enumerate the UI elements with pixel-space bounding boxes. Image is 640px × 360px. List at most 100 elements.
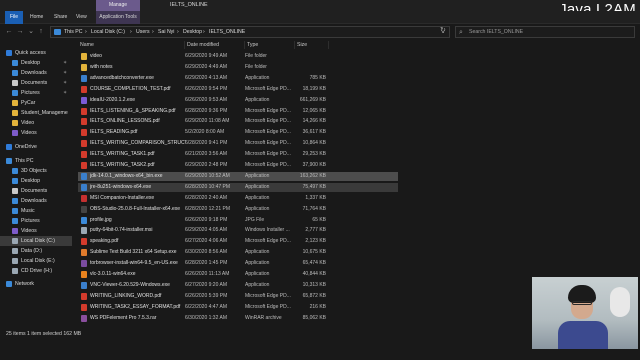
file-type: Microsoft Edge PD...	[245, 303, 291, 310]
file-name: torbrowser-install-win64-9.5_en-US.exe	[90, 260, 178, 267]
breadcrumb-ielts-online[interactable]: IELTS_ONLINE	[209, 27, 245, 38]
recent-locations-chevron-icon[interactable]: ⌄	[26, 27, 36, 37]
sidebar-item-quick-access[interactable]: Quick access	[0, 48, 72, 58]
column-header-size[interactable]: Size	[295, 41, 329, 49]
sidebar-item-this-pc[interactable]: This PC	[0, 156, 72, 166]
breadcrumb-separator[interactable]: ›	[130, 27, 132, 38]
sidebar-item-desktop[interactable]: Desktop	[0, 176, 72, 186]
file-row[interactable]: VNC-Viewer-6.20.529-Windows.exe 6/27/2020…	[78, 281, 398, 290]
file-row[interactable]: IELTS_WRITING_TASK1.pdf 6/21/2020 3:56 AM…	[78, 150, 398, 159]
sidebar-item-documents[interactable]: Documents ✶	[0, 78, 72, 88]
breadcrumb-separator[interactable]: ›	[85, 27, 87, 38]
sidebar-item-videos[interactable]: Videos	[0, 128, 72, 138]
file-row[interactable]: IELTS_WRITING_TASK2.pdf 6/29/2020 2:48 PM…	[78, 161, 398, 170]
breadcrumb-desktop[interactable]: Desktop	[183, 27, 202, 38]
file-row[interactable]: WS PDFelement Pro 7.5.3.rar 6/30/2020 1:3…	[78, 314, 398, 323]
file-row[interactable]: COURSE_COMPLETION_TEST.pdf 6/26/2020 9:54…	[78, 85, 398, 94]
tab-file[interactable]: File	[5, 11, 23, 24]
sidebar-item-pycar[interactable]: PyCar	[0, 98, 72, 108]
sidebar-item-videos[interactable]: Videos	[0, 226, 72, 236]
up-arrow-icon[interactable]: ↑	[36, 27, 46, 37]
back-arrow-icon[interactable]: ←	[4, 27, 14, 37]
sidebar-item-pictures[interactable]: Pictures ✶	[0, 88, 72, 98]
sidebar-item-documents[interactable]: Documents	[0, 186, 72, 196]
sidebar-item-3d-objects[interactable]: 3D Objects	[0, 166, 72, 176]
file-row[interactable]: with notes 6/29/2020 4:49 AM File folder	[78, 63, 398, 72]
file-row[interactable]: IELTS_ONLINE_LESSONS.pdf 6/29/2020 11:08 …	[78, 117, 398, 126]
sidebar-item-pictures[interactable]: Pictures	[0, 216, 72, 226]
column-header-name[interactable]: Name	[78, 41, 185, 49]
sidebar-item-network[interactable]: Network	[0, 279, 72, 289]
sidebar-item-data-d[interactable]: Data (D:)	[0, 246, 72, 256]
breadcrumb-local-disk[interactable]: Local Disk (C:)	[91, 27, 125, 38]
sidebar-item-video[interactable]: Video	[0, 118, 72, 128]
file-row[interactable]: vlc-3.0.11-win64.exe 6/26/2020 11:13 AM Ap…	[78, 270, 398, 279]
window-title: IELTS_ONLINE	[170, 2, 208, 8]
file-row[interactable]: jre-8u251-windows-x64.exe 6/28/2020 10:47…	[78, 182, 398, 192]
file-row[interactable]: video 6/29/2020 9:49 AM File folder	[78, 52, 398, 61]
file-date-modified: 6/29/2020 2:48 PM	[185, 162, 228, 168]
breadcrumb-separator[interactable]: ›	[177, 27, 179, 38]
sidebar-item-desktop[interactable]: Desktop ✶	[0, 58, 72, 68]
file-date-modified: 6/26/2020 9:54 PM	[185, 85, 228, 92]
tab-application-tools[interactable]: Application Tools	[96, 11, 140, 24]
file-row[interactable]: advancedbatchconverter.exe 6/29/2020 4:13…	[78, 74, 398, 83]
refresh-icon[interactable]: ↻	[440, 27, 446, 34]
sidebar-item-label: Documents	[21, 188, 48, 194]
sidebar-item-music[interactable]: Music	[0, 206, 72, 216]
sidebar-item-local-disk-c[interactable]: Local Disk (C:)	[0, 236, 72, 246]
breadcrumb-separator[interactable]: ›	[203, 27, 205, 38]
sidebar-item-label: Documents	[21, 80, 48, 86]
column-header-type[interactable]: Type	[245, 41, 295, 49]
file-row[interactable]: speaking.pdf 6/27/2020 4:06 AM Microsoft E…	[78, 237, 398, 246]
address-bar[interactable]: This PC › Local Disk (C:) › Users › Sai …	[50, 26, 450, 38]
folder-icon	[81, 63, 87, 71]
file-row[interactable]: WRITING_TASK2_ESSAY_FORMAT.pdf 6/22/2020 …	[78, 303, 398, 312]
tab-share[interactable]: Share	[54, 11, 67, 24]
file-name: jre-8u251-windows-x64.exe	[90, 183, 152, 190]
file-row[interactable]: IELTS_LISTENING_&_SPEAKING.pdf 6/28/2020 …	[78, 107, 398, 116]
pdf-icon	[81, 303, 87, 311]
breadcrumb-this-pc[interactable]: This PC	[64, 27, 82, 38]
sidebar-item-label: Pictures	[21, 218, 40, 224]
file-row[interactable]: profile.jpg 6/26/2020 9:18 PM JPG File 65 K…	[78, 216, 398, 225]
breadcrumb-users[interactable]: Users	[136, 27, 150, 38]
file-row[interactable]: torbrowser-install-win64-9.5_en-US.exe 6/…	[78, 259, 398, 268]
column-header-date-modified[interactable]: Date modified	[185, 41, 245, 49]
file-row[interactable]: MSI Companion-Installer.exe 6/28/2020 2:4…	[78, 194, 398, 203]
sidebar-item-downloads[interactable]: Downloads	[0, 196, 72, 206]
file-date-modified: 5/2/2020 8:00 AM	[185, 129, 225, 136]
sidebar-item-student-manageme[interactable]: Student_Manageme	[0, 108, 72, 118]
file-size: 216 KB	[309, 303, 326, 310]
forward-arrow-icon[interactable]: →	[15, 27, 25, 37]
file-row[interactable]: IELTS_READING.pdf 5/2/2020 8:00 AM Microso…	[78, 128, 398, 137]
app-icon	[81, 281, 87, 289]
file-date-modified: 6/29/2020 4:05 AM	[185, 227, 227, 234]
file-row[interactable]: jdk-14.0.1_windows-x64_bin.exe 6/29/2020 …	[78, 171, 398, 181]
file-type: Microsoft Edge PD...	[245, 151, 291, 158]
file-row[interactable]: putty-64bit-0.74-installer.msi 6/29/2020 …	[78, 226, 398, 235]
search-input[interactable]	[469, 27, 629, 37]
sidebar-item-downloads[interactable]: Downloads ✶	[0, 68, 72, 78]
tab-home[interactable]: Home	[30, 11, 43, 24]
sidebar-item-cd-drive-h[interactable]: CD Drive (H:)	[0, 266, 72, 276]
breadcrumb-separator[interactable]: ›	[152, 27, 154, 38]
manage-context-tab[interactable]: Manage	[96, 0, 140, 11]
file-row[interactable]: OBS-Studio-25.0.8-Full-Installer-x64.exe…	[78, 205, 398, 214]
breadcrumb-sai-nyi[interactable]: Sai Nyi	[158, 27, 174, 38]
pictures-icon	[12, 90, 18, 96]
app-icon	[81, 96, 87, 104]
download-icon	[12, 198, 18, 204]
app-icon	[81, 260, 87, 268]
file-size: 85,062 KB	[302, 314, 326, 321]
sidebar-item-local-disk-e[interactable]: Local Disk (E:)	[0, 256, 72, 266]
file-row[interactable]: IELTS_WRITING_COMPARISON_STRUCTU... 6/28/…	[78, 139, 398, 148]
search-box[interactable]: ⌕	[455, 26, 635, 38]
tab-view[interactable]: View	[76, 11, 87, 24]
file-row[interactable]: ideaIU-2020.1.2.exe 6/26/2020 9:53 AM Appl…	[78, 96, 398, 105]
file-row[interactable]: WRITING_LINKING_WORD.pdf 6/26/2020 5:39 P…	[78, 292, 398, 301]
file-date-modified: 6/26/2020 9:53 AM	[185, 96, 227, 103]
sidebar-item-onedrive[interactable]: OneDrive	[0, 142, 72, 152]
desktop-icon	[12, 178, 18, 184]
file-row[interactable]: Sublime Text Build 3211 x64 Setup.exe 6/3…	[78, 248, 398, 257]
